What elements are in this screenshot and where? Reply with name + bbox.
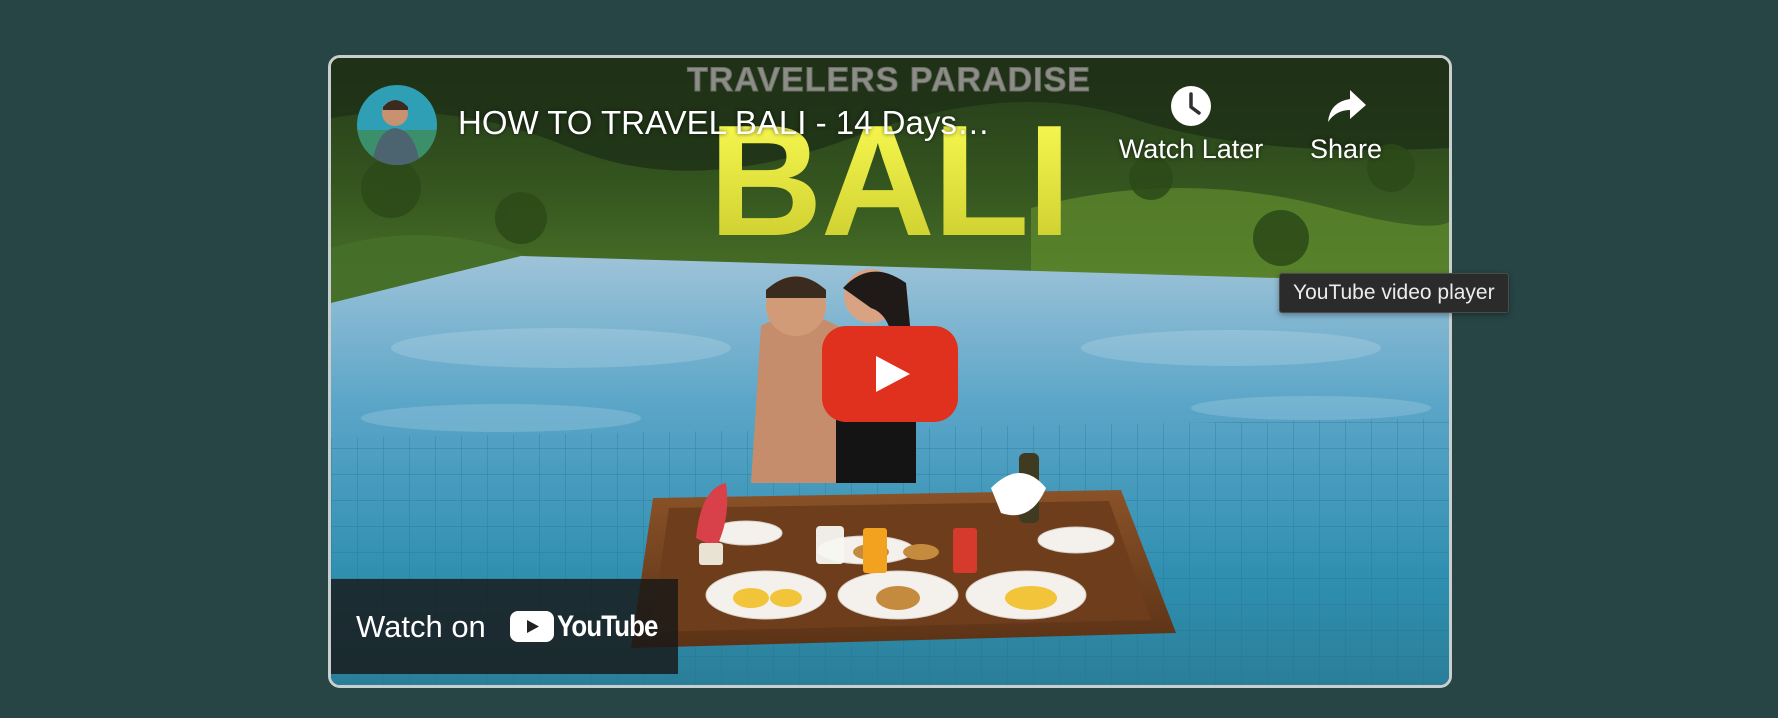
play-button[interactable]	[822, 326, 958, 422]
youtube-logo-icon	[509, 611, 554, 642]
youtube-logo: YouTube	[509, 609, 674, 644]
youtube-brand-text: YouTube	[556, 609, 658, 643]
video-title[interactable]: HOW TO TRAVEL BALI - 14 Days in Paradise…	[458, 103, 998, 143]
watch-later-label: Watch Later	[1118, 134, 1264, 164]
share-label: Share	[1309, 134, 1383, 164]
play-icon	[822, 326, 958, 422]
player-tooltip: YouTube video player	[1279, 273, 1509, 313]
watch-later-button[interactable]: Watch Later	[1111, 84, 1271, 165]
avatar-icon	[357, 85, 437, 165]
youtube-embed-player[interactable]: TRAVELERS PARADISE BALI HOW TO TRAVEL BA…	[328, 55, 1452, 688]
share-arrow-icon	[1328, 90, 1366, 122]
share-button[interactable]: Share	[1286, 84, 1406, 165]
channel-avatar[interactable]	[357, 85, 437, 165]
clock-icon	[1171, 86, 1211, 126]
watch-on-label: Watch on	[356, 608, 486, 644]
watch-on-youtube-button[interactable]: Watch on YouTube	[331, 579, 678, 674]
